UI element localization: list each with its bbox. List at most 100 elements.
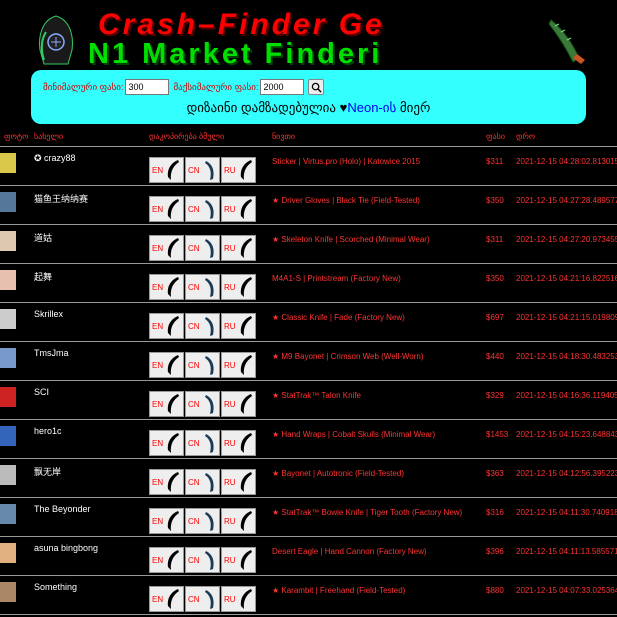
karambit-icon <box>204 239 214 258</box>
copy-link-en-button[interactable]: EN <box>149 430 184 456</box>
copy-link-cn-button[interactable]: CN <box>185 391 220 417</box>
copy-link-ru-button[interactable]: RU <box>221 313 256 339</box>
knife-icon <box>240 394 252 414</box>
row-divider <box>0 614 617 615</box>
item-date: 2021-12-15 04:15:23.648843 <box>516 430 617 439</box>
knife-icon <box>240 589 252 609</box>
table-row: Skrillex EN CN RU ★ Classic Knife | Fade (Fa… <box>0 305 617 343</box>
lang-label: CN <box>188 321 200 331</box>
search-icon <box>311 82 322 93</box>
copy-link-cn-button[interactable]: CN <box>185 352 220 378</box>
item-name[interactable]: ★ Classic Knife | Fade (Factory New) <box>272 313 405 322</box>
row-divider <box>0 302 617 303</box>
table-row: 道姑 EN CN RU ★ Skeleton Knife | Scorched (Min… <box>0 227 617 265</box>
copy-link-en-button[interactable]: EN <box>149 274 184 300</box>
copy-link-cn-button[interactable]: CN <box>185 547 220 573</box>
copy-link-cn-button[interactable]: CN <box>185 430 220 456</box>
copy-link-en-button[interactable]: EN <box>149 235 184 261</box>
knife-icon <box>167 160 180 180</box>
row-divider <box>0 185 617 186</box>
karambit-icon <box>204 356 214 375</box>
knife-icon <box>240 316 252 336</box>
copy-link-buttons: EN CN RU <box>149 430 257 456</box>
lang-label: RU <box>224 204 236 214</box>
search-button[interactable] <box>308 79 325 95</box>
copy-link-cn-button[interactable]: CN <box>185 235 220 261</box>
copy-link-cn-button[interactable]: CN <box>185 313 220 339</box>
col-date: დრო <box>516 132 536 141</box>
knife-icon <box>240 277 252 297</box>
copy-link-en-button[interactable]: EN <box>149 313 184 339</box>
item-name[interactable]: Sticker | Virtus.pro (Holo) | Katowice 2… <box>272 157 420 166</box>
copy-link-cn-button[interactable]: CN <box>185 508 220 534</box>
copy-link-ru-button[interactable]: RU <box>221 352 256 378</box>
copy-link-cn-button[interactable]: CN <box>185 157 220 183</box>
user-name: 猫鱼王纳纳赛 <box>34 194 89 204</box>
copy-link-ru-button[interactable]: RU <box>221 274 256 300</box>
lang-label: CN <box>188 516 200 526</box>
copy-link-en-button[interactable]: EN <box>149 547 184 573</box>
user-avatar <box>0 504 16 524</box>
item-name[interactable]: M4A1-S | Printstream (Factory New) <box>272 274 401 283</box>
copy-link-cn-button[interactable]: CN <box>185 274 220 300</box>
copy-link-en-button[interactable]: EN <box>149 157 184 183</box>
copy-link-ru-button[interactable]: RU <box>221 157 256 183</box>
copy-link-ru-button[interactable]: RU <box>221 586 256 612</box>
lang-label: CN <box>188 438 200 448</box>
item-name[interactable]: ★ Skeleton Knife | Scorched (Minimal Wea… <box>272 235 430 244</box>
user-name: TmsJma <box>34 348 69 358</box>
copy-link-en-button[interactable]: EN <box>149 469 184 495</box>
user-name: hero1c <box>34 426 62 436</box>
lang-label: CN <box>188 594 200 604</box>
row-divider <box>0 380 617 381</box>
max-price-input[interactable] <box>260 79 305 95</box>
item-name[interactable]: ★ StatTrak™ Bowie Knife | Tiger Tooth (F… <box>272 508 462 517</box>
copy-link-buttons: EN CN RU <box>149 391 257 417</box>
lang-label: CN <box>188 204 200 214</box>
user-name: ✪ crazy88 <box>34 153 76 163</box>
copy-link-ru-button[interactable]: RU <box>221 430 256 456</box>
lang-label: CN <box>188 282 200 292</box>
copy-link-ru-button[interactable]: RU <box>221 196 256 222</box>
copy-link-buttons: EN CN RU <box>149 547 257 573</box>
karambit-icon <box>204 200 214 219</box>
copy-link-buttons: EN CN RU <box>149 196 257 222</box>
lang-label: RU <box>224 516 236 526</box>
copy-link-en-button[interactable]: EN <box>149 196 184 222</box>
copy-link-en-button[interactable]: EN <box>149 586 184 612</box>
credit-neon: Neon-ის <box>347 100 397 115</box>
copy-link-cn-button[interactable]: CN <box>185 469 220 495</box>
knife-icon <box>167 394 180 414</box>
copy-link-ru-button[interactable]: RU <box>221 547 256 573</box>
item-price: $880 <box>486 586 504 595</box>
item-name[interactable]: Desert Eagle | Hand Cannon (Factory New) <box>272 547 427 556</box>
item-name[interactable]: ★ Hand Wraps | Cobalt Skulls (Minimal We… <box>272 430 435 439</box>
copy-link-buttons: EN CN RU <box>149 313 257 339</box>
item-name[interactable]: ★ StatTrak™ Talon Knife <box>272 391 361 400</box>
item-price: $329 <box>486 391 504 400</box>
copy-link-en-button[interactable]: EN <box>149 508 184 534</box>
copy-link-ru-button[interactable]: RU <box>221 508 256 534</box>
copy-link-ru-button[interactable]: RU <box>221 469 256 495</box>
copy-link-cn-button[interactable]: CN <box>185 196 220 222</box>
knife-icon <box>167 238 180 258</box>
hooded-figure-logo-icon <box>39 15 73 65</box>
item-name[interactable]: ★ Bayonet | Autotronic (Field-Tested) <box>272 469 404 478</box>
lang-label: RU <box>224 594 236 604</box>
copy-link-en-button[interactable]: EN <box>149 352 184 378</box>
knife-icon <box>167 316 180 336</box>
copy-link-ru-button[interactable]: RU <box>221 235 256 261</box>
copy-link-cn-button[interactable]: CN <box>185 586 220 612</box>
item-price: $1453 <box>486 430 509 439</box>
user-avatar <box>0 426 16 446</box>
item-name[interactable]: ★ M9 Bayonet | Crimson Web (Well-Worn) <box>272 352 424 361</box>
item-name[interactable]: ★ Karambit | Freehand (Field-Tested) <box>272 586 405 595</box>
item-date: 2021-12-15 04:27:20.973455 <box>516 235 617 244</box>
lang-label: RU <box>224 438 236 448</box>
user-name: 起舞 <box>34 272 53 282</box>
copy-link-en-button[interactable]: EN <box>149 391 184 417</box>
min-price-input[interactable] <box>125 79 170 95</box>
copy-link-ru-button[interactable]: RU <box>221 391 256 417</box>
table-row: 飘无岸 EN CN RU ★ Bayonet | Autotronic (Field-T… <box>0 461 617 499</box>
item-name[interactable]: ★ Driver Gloves | Black Tie (Field-Teste… <box>272 196 420 205</box>
